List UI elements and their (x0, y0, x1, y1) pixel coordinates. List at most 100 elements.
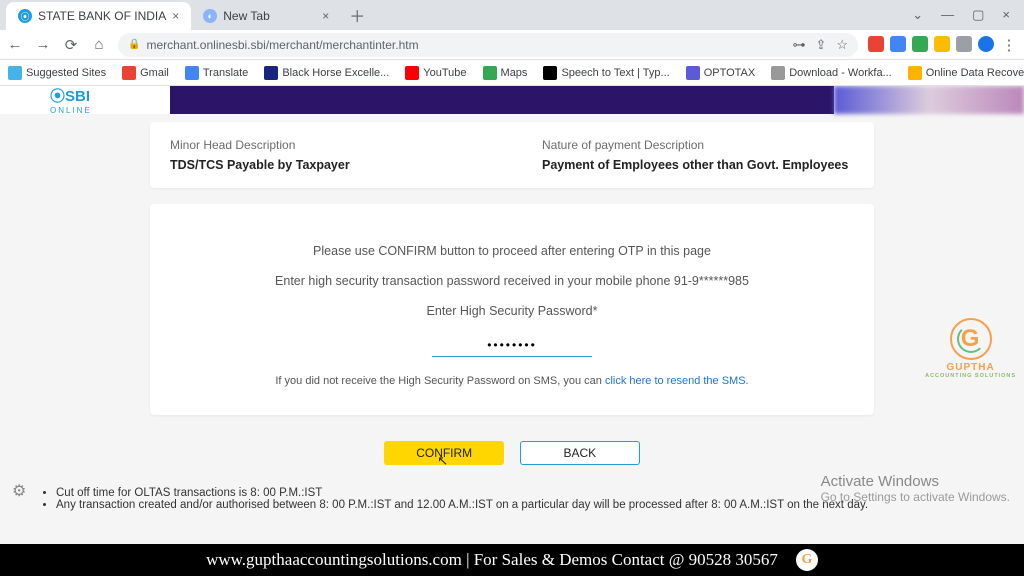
avatar[interactable] (978, 36, 994, 52)
tab-title: New Tab (223, 9, 269, 23)
gear-icon[interactable]: ⚙ (12, 481, 26, 501)
bookmark[interactable]: Translate (185, 66, 248, 80)
watermark-brand: GUPTHA (925, 362, 1016, 373)
bookmark-label: Translate (203, 67, 248, 79)
bookmark[interactable]: Speech to Text | Typ... (543, 66, 669, 80)
bookmark-label: Maps (501, 67, 528, 79)
summary-card: Minor Head Description TDS/TCS Payable b… (150, 122, 874, 188)
address-row: ← → ⟳ ⌂ 🔒 merchant.onlinesbi.sbi/merchan… (0, 30, 1024, 60)
url-text: merchant.onlinesbi.sbi/merchant/merchant… (146, 38, 418, 52)
bookmark[interactable]: Download - Workfa... (771, 66, 892, 80)
ext-icon[interactable] (934, 36, 950, 52)
new-tab-button[interactable]: ＋ (341, 3, 373, 27)
minor-head-value: TDS/TCS Payable by Taxpayer (170, 158, 482, 172)
activate-windows: Activate Windows Go to Settings to activ… (821, 473, 1010, 504)
bookmark-label: Black Horse Excelle... (282, 67, 389, 79)
bookmark-icon (122, 66, 136, 80)
bookmark-label: Gmail (140, 67, 169, 79)
bookmark[interactable]: Gmail (122, 66, 169, 80)
top-band: ⦿SBI ONLINE (0, 86, 1024, 114)
otp-instruction-2: Enter high security transaction password… (170, 274, 854, 288)
home-icon[interactable]: ⌂ (90, 36, 108, 53)
browser-chrome: ⦿ STATE BANK OF INDIA × ◐ New Tab × ＋ ⌄ … (0, 0, 1024, 86)
bookmark-label: Online Data Recove... (926, 67, 1024, 79)
bookmark[interactable]: Black Horse Excelle... (264, 66, 389, 80)
chevron-down-icon[interactable]: ⌄ (912, 7, 923, 23)
header-band (170, 86, 834, 114)
activate-sub: Go to Settings to activate Windows. (821, 490, 1010, 504)
close-window-icon[interactable]: × (1002, 7, 1010, 23)
otp-input[interactable] (432, 334, 592, 357)
logo-subtext: ONLINE (50, 106, 92, 115)
tab-title: STATE BANK OF INDIA (38, 9, 166, 23)
bookmark[interactable]: Maps (483, 66, 528, 80)
watermark-logo: G GUPTHA ACCOUNTING SOLUTIONS (925, 318, 1016, 379)
bookmark[interactable]: Suggested Sites (8, 66, 106, 80)
window-controls: ⌄ — ▢ × (912, 7, 1018, 23)
ext-icon[interactable] (912, 36, 928, 52)
bookmark-label: Speech to Text | Typ... (561, 67, 669, 79)
sbi-favicon: ⦿ (18, 9, 32, 23)
tab-sbi[interactable]: ⦿ STATE BANK OF INDIA × (6, 2, 191, 30)
ext-icon[interactable] (868, 36, 884, 52)
bookmark-icon (8, 66, 22, 80)
close-icon[interactable]: × (172, 9, 179, 23)
bookmark-icon (405, 66, 419, 80)
otp-instruction-3: Enter High Security Password* (170, 304, 854, 318)
bookmark-icon (771, 66, 785, 80)
bookmark-icon (483, 66, 497, 80)
extensions: ⋮ (868, 36, 1018, 54)
footer-banner: www.gupthaaccountingsolutions.com | For … (0, 544, 1024, 576)
sbi-logo: ⦿SBI ONLINE (0, 86, 170, 114)
ext-icon[interactable] (956, 36, 972, 52)
nature-value: Payment of Employees other than Govt. Em… (542, 158, 854, 172)
resend-prefix: If you did not receive the High Security… (275, 375, 605, 387)
back-button[interactable]: BACK (520, 441, 640, 465)
bookmark-icon (686, 66, 700, 80)
footer-logo-icon: G (796, 549, 818, 571)
forward-icon[interactable]: → (34, 36, 52, 53)
tab-newtab[interactable]: ◐ New Tab × (191, 2, 341, 30)
button-row: CONFIRM ↖ BACK (0, 441, 1024, 465)
bookmark-label: Suggested Sites (26, 67, 106, 79)
address-bar[interactable]: 🔒 merchant.onlinesbi.sbi/merchant/mercha… (118, 33, 858, 57)
back-icon[interactable]: ← (6, 36, 24, 53)
otp-card: Please use CONFIRM button to proceed aft… (150, 204, 874, 415)
bookmark-icon (908, 66, 922, 80)
bookmark-icon (543, 66, 557, 80)
activate-title: Activate Windows (821, 473, 1010, 490)
bookmark-icon (264, 66, 278, 80)
minor-head-label: Minor Head Description (170, 138, 482, 152)
blurred-region (834, 86, 1024, 114)
key-icon[interactable]: ⊶ (792, 37, 805, 53)
resend-link[interactable]: click here to resend the SMS. (605, 375, 749, 387)
menu-icon[interactable]: ⋮ (1000, 36, 1018, 54)
confirm-button[interactable]: CONFIRM ↖ (384, 441, 504, 465)
bookmark[interactable]: Online Data Recove... (908, 66, 1024, 80)
bookmark-label: YouTube (423, 67, 466, 79)
page-content: ⦿SBI ONLINE Minor Head Description TDS/T… (0, 86, 1024, 544)
maximize-icon[interactable]: ▢ (972, 7, 984, 23)
bookmark-label: OPTOTAX (704, 67, 756, 79)
watermark-sub: ACCOUNTING SOLUTIONS (925, 373, 1016, 379)
logo-text: ⦿SBI (50, 86, 92, 106)
share-icon[interactable]: ⇪ (815, 37, 826, 53)
bookmark-icon (185, 66, 199, 80)
reload-icon[interactable]: ⟳ (62, 36, 80, 54)
otp-instruction-1: Please use CONFIRM button to proceed aft… (170, 244, 854, 258)
bookmark[interactable]: YouTube (405, 66, 466, 80)
tab-strip: ⦿ STATE BANK OF INDIA × ◐ New Tab × ＋ ⌄ … (0, 0, 1024, 30)
bookmark[interactable]: OPTOTAX (686, 66, 756, 80)
minimize-icon[interactable]: — (941, 7, 954, 23)
cursor-icon: ↖ (437, 450, 448, 472)
nature-label: Nature of payment Description (542, 138, 854, 152)
watermark-ring-icon: G (950, 318, 992, 360)
ext-icon[interactable] (890, 36, 906, 52)
bookmarks-bar: Suggested Sites Gmail Translate Black Ho… (0, 60, 1024, 86)
star-icon[interactable]: ☆ (836, 37, 848, 53)
bookmark-label: Download - Workfa... (789, 67, 892, 79)
close-icon[interactable]: × (322, 9, 329, 23)
lock-icon: 🔒 (128, 39, 140, 50)
footer-text: www.gupthaaccountingsolutions.com | For … (206, 550, 778, 570)
chrome-favicon: ◐ (203, 9, 217, 23)
